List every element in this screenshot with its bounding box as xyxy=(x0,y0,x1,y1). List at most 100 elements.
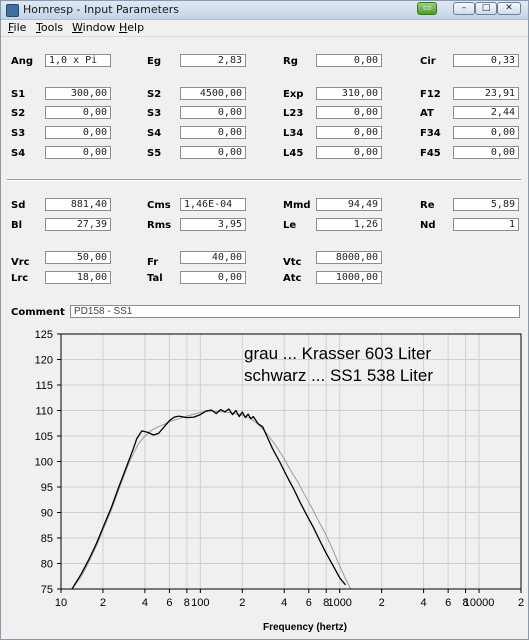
s2-field[interactable]: 0,00 xyxy=(45,106,111,119)
l34-label: L34 xyxy=(283,128,304,139)
l23-label: L23 xyxy=(283,108,304,119)
y-tick-label: 80 xyxy=(41,559,53,571)
vrc-field[interactable]: 50,00 xyxy=(45,251,111,264)
section-divider xyxy=(7,179,521,181)
mmd-field[interactable]: 94,49 xyxy=(316,198,382,211)
cir-label: Cir xyxy=(420,56,436,67)
x-tick-label: 8 xyxy=(184,597,190,609)
rg-field[interactable]: 0,00 xyxy=(316,54,382,67)
comment-field[interactable]: PD158 - SS1 xyxy=(70,305,520,318)
annotation-grau: grau ... Krasser 603 Liter xyxy=(244,344,431,363)
s1-label: S1 xyxy=(11,89,26,100)
at-field[interactable]: 2,44 xyxy=(453,106,519,119)
cms-field[interactable]: 1,46E-04 xyxy=(180,198,246,211)
re-field[interactable]: 5,89 xyxy=(453,198,519,211)
l45-label: L45 xyxy=(283,148,304,159)
s2-field-col2[interactable]: 4500,00 xyxy=(180,87,246,100)
x-tick-label: 10000 xyxy=(464,597,495,609)
y-tick-label: 115 xyxy=(35,380,53,392)
x-tick-label: 4 xyxy=(421,597,427,609)
eg-label: Eg xyxy=(147,56,161,67)
x-tick-label: 10 xyxy=(55,597,67,609)
hornresp-window: Hornresp - Input Parameters ▭ – □ ✕ File… xyxy=(0,0,529,640)
f12-field[interactable]: 23,91 xyxy=(453,87,519,100)
x-tick-label: 2 xyxy=(239,597,245,609)
menu-help[interactable]: Help xyxy=(119,21,144,34)
y-tick-label: 95 xyxy=(41,482,53,494)
y-tick-label: 110 xyxy=(35,406,53,418)
tal-field[interactable]: 0,00 xyxy=(180,271,246,284)
y-tick-label: 105 xyxy=(35,431,53,443)
app-icon xyxy=(6,4,19,17)
fr-label: Fr xyxy=(147,257,159,268)
y-tick-label: 120 xyxy=(35,355,53,367)
l45-field[interactable]: 0,00 xyxy=(316,146,382,159)
rms-field[interactable]: 3,95 xyxy=(180,218,246,231)
close-button[interactable]: ✕ xyxy=(497,2,521,15)
x-axis-label: Frequency (hertz) xyxy=(263,622,347,633)
menu-tools[interactable]: Tools xyxy=(36,21,63,34)
eg-field[interactable]: 2,83 xyxy=(180,54,246,67)
ang-field[interactable]: 1,0 x Pi xyxy=(45,54,111,67)
x-tick-label: 6 xyxy=(445,597,451,609)
vtc-field[interactable]: 8000,00 xyxy=(316,251,382,264)
s5-field[interactable]: 0,00 xyxy=(180,146,246,159)
s4-label: S4 xyxy=(11,148,26,159)
s3-field-col2[interactable]: 0,00 xyxy=(180,106,246,119)
f45-field[interactable]: 0,00 xyxy=(453,146,519,159)
l23-field[interactable]: 0,00 xyxy=(316,106,382,119)
exp-label: Exp xyxy=(283,89,304,100)
s2-label: S2 xyxy=(11,108,26,119)
vtc-label: Vtc xyxy=(283,257,302,268)
ang-label: Ang xyxy=(11,56,34,67)
menu-bar: File Tools Window Help xyxy=(1,20,528,37)
l34-field[interactable]: 0,00 xyxy=(316,126,382,139)
lrc-field[interactable]: 18,00 xyxy=(45,271,111,284)
f34-label: F34 xyxy=(420,128,441,139)
s4-field[interactable]: 0,00 xyxy=(45,146,111,159)
menu-file[interactable]: File xyxy=(8,21,26,34)
f34-field[interactable]: 0,00 xyxy=(453,126,519,139)
sd-label: Sd xyxy=(11,200,26,211)
frequency-response-chart: 10 2 4 6 8 100 2 4 6 81000 2 4 6 810000 2 758085909510… xyxy=(35,329,524,633)
lrc-label: Lrc xyxy=(11,273,29,284)
s4-field-col2[interactable]: 0,00 xyxy=(180,126,246,139)
atc-label: Atc xyxy=(283,273,302,284)
x-axis-ticks: 10 2 4 6 8 100 2 4 6 81000 2 4 6 810000 2 xyxy=(55,589,524,609)
mmd-label: Mmd xyxy=(283,200,311,211)
sd-field[interactable]: 881,40 xyxy=(45,198,111,211)
x-tick-label: 100 xyxy=(191,597,209,609)
nd-label: Nd xyxy=(420,220,436,231)
x-tick-label: 2 xyxy=(379,597,385,609)
s3-field[interactable]: 0,00 xyxy=(45,126,111,139)
menu-window[interactable]: Window xyxy=(72,21,115,34)
cir-field[interactable]: 0,33 xyxy=(453,54,519,67)
y-axis-ticks: 75 80 85 90 95 100 105 110 115 120 125 xyxy=(35,329,61,596)
s5-label: S5 xyxy=(147,148,162,159)
comment-label: Comment xyxy=(11,307,65,318)
x-tick-label: 6 xyxy=(166,597,172,609)
green-indicator-button[interactable]: ▭ xyxy=(417,2,437,15)
fr-field[interactable]: 40,00 xyxy=(180,251,246,264)
minimize-button[interactable]: – xyxy=(453,2,475,15)
atc-field[interactable]: 1000,00 xyxy=(316,271,382,284)
x-tick-label: 1000 xyxy=(327,597,351,609)
s3-label-col2: S3 xyxy=(147,108,162,119)
s1-field[interactable]: 300,00 xyxy=(45,87,111,100)
exp-field[interactable]: 310,00 xyxy=(316,87,382,100)
window-title: Hornresp - Input Parameters xyxy=(23,3,179,16)
maximize-button[interactable]: □ xyxy=(475,2,497,15)
f12-label: F12 xyxy=(420,89,441,100)
x-tick-label: 6 xyxy=(306,597,312,609)
x-tick-label: 4 xyxy=(142,597,148,609)
le-field[interactable]: 1,26 xyxy=(316,218,382,231)
vrc-label: Vrc xyxy=(11,257,30,268)
annotation-schwarz: schwarz ... SS1 538 Liter xyxy=(244,366,433,385)
at-label: AT xyxy=(420,108,434,119)
nd-field[interactable]: 1 xyxy=(453,218,519,231)
bl-field[interactable]: 27,39 xyxy=(45,218,111,231)
title-bar[interactable]: Hornresp - Input Parameters ▭ – □ ✕ xyxy=(1,1,528,20)
cms-label: Cms xyxy=(147,200,171,211)
f45-label: F45 xyxy=(420,148,441,159)
y-tick-label: 85 xyxy=(41,533,53,545)
